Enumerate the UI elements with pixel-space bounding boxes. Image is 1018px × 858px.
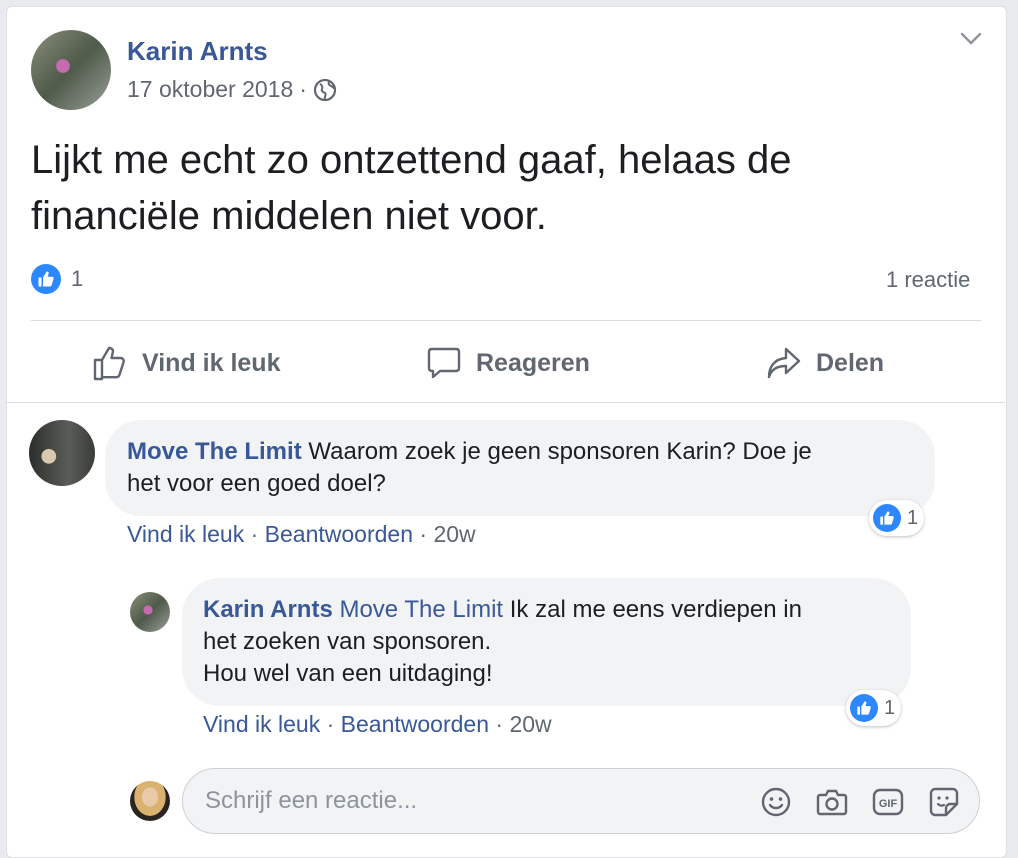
comment-body: Waarom zoek je geen sponsoren Karin? Doe…: [301, 438, 812, 465]
like-reaction-icon: [873, 504, 901, 532]
author-avatar[interactable]: [31, 30, 111, 110]
comment-meta: Vind ik leuk · Beantwoorden · 20w: [127, 521, 476, 548]
reply-body-line: Hou wel van een uitdaging!: [203, 660, 493, 687]
like-button[interactable]: Vind ik leuk: [92, 340, 280, 386]
speech-bubble-icon: [427, 347, 461, 379]
post-text: Lijkt me echt zo ontzettend gaaf, helaas…: [31, 132, 792, 244]
post-text-line: Lijkt me echt zo ontzettend gaaf, helaas…: [31, 138, 792, 182]
comment-text: Move The Limit Waarom zoek je geen spons…: [127, 436, 917, 500]
comment-reply-link[interactable]: Beantwoorden: [265, 521, 413, 547]
comment-reaction-count: 1: [907, 506, 919, 529]
reply-text: Karin Arnts Move The Limit Ik zal me een…: [203, 594, 903, 690]
camera-icon[interactable]: [815, 785, 849, 819]
comment-input-placeholder: Schrijf een reactie...: [205, 787, 418, 814]
thumbs-up-icon: [93, 346, 125, 381]
reply-time[interactable]: 20w: [509, 711, 551, 737]
share-arrow-icon: [767, 347, 801, 379]
reply-like-link[interactable]: Vind ik leuk: [203, 711, 320, 737]
reply-body: Ik zal me eens verdiepen in: [503, 596, 802, 623]
reply-reaction-count: 1: [884, 696, 896, 719]
comment-input[interactable]: Schrijf een reactie... GIF: [182, 768, 980, 834]
meta-separator: ·: [244, 521, 265, 547]
share-button[interactable]: Delen: [766, 340, 884, 386]
meta-separator: ·: [320, 711, 341, 737]
divider: [31, 320, 981, 321]
chevron-down-icon[interactable]: [960, 32, 982, 46]
comment-button[interactable]: Reageren: [426, 340, 590, 386]
comment-time[interactable]: 20w: [433, 521, 475, 547]
post-text-line: financiële middelen niet voor.: [31, 194, 547, 238]
gif-icon[interactable]: GIF: [871, 785, 905, 819]
meta-separator: ·: [299, 76, 307, 102]
post-timestamp[interactable]: 17 oktober 2018 ·: [127, 76, 337, 103]
comment-count-link[interactable]: 1 reactie: [886, 267, 970, 293]
globe-icon[interactable]: [313, 78, 337, 102]
reply-avatar[interactable]: [130, 592, 170, 632]
commenter-avatar[interactable]: [29, 420, 95, 486]
reaction-summary[interactable]: 1: [31, 264, 83, 294]
share-button-label: Delen: [816, 348, 885, 377]
like-reaction-icon: [850, 694, 878, 722]
comment-reaction-pill[interactable]: 1: [869, 500, 925, 536]
sticker-icon[interactable]: [927, 785, 961, 819]
like-button-label: Vind ik leuk: [142, 348, 281, 377]
meta-separator: ·: [413, 521, 434, 547]
reply-author[interactable]: Karin Arnts: [203, 596, 333, 623]
svg-text:GIF: GIF: [879, 798, 898, 810]
reply-meta: Vind ik leuk · Beantwoorden · 20w: [203, 711, 552, 738]
comment-body-line: het voor een goed doel?: [127, 470, 386, 497]
like-reaction-icon: [31, 264, 61, 294]
meta-separator: ·: [489, 711, 510, 737]
like-count: 1: [71, 266, 84, 291]
post-date[interactable]: 17 oktober 2018: [127, 76, 293, 103]
author-name[interactable]: Karin Arnts: [127, 36, 268, 67]
reply-reaction-pill[interactable]: 1: [846, 690, 902, 726]
reply-reply-link[interactable]: Beantwoorden: [341, 711, 489, 737]
reply-mention[interactable]: Move The Limit: [333, 596, 503, 623]
comment-like-link[interactable]: Vind ik leuk: [127, 521, 244, 547]
comment-author[interactable]: Move The Limit: [127, 438, 302, 465]
comment-button-label: Reageren: [476, 348, 590, 377]
comments-divider: [7, 402, 1005, 403]
smiley-icon[interactable]: [759, 785, 793, 819]
reply-body-line: het zoeken van sponsoren.: [203, 628, 492, 655]
current-user-avatar[interactable]: [130, 781, 170, 821]
